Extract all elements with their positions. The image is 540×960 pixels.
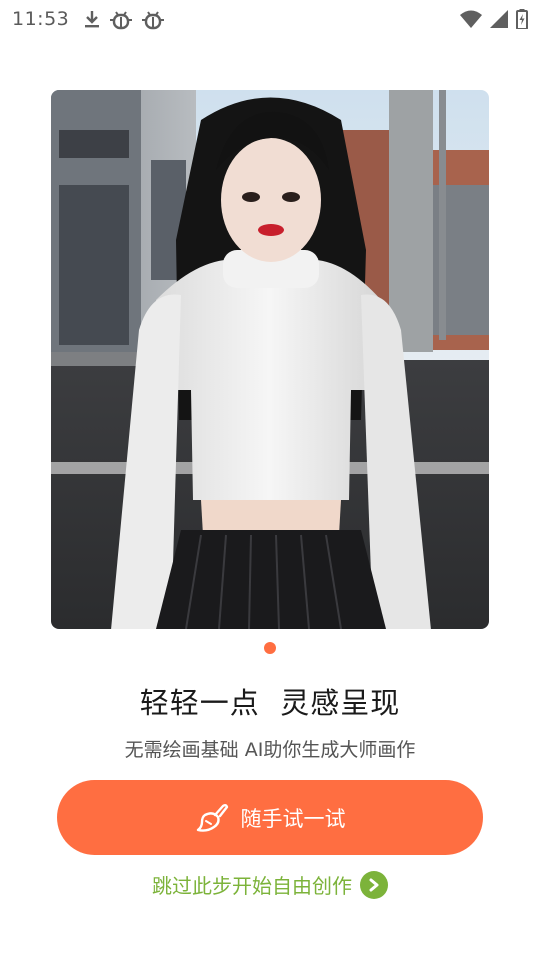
notification-icons [83,8,165,30]
try-it-button[interactable]: 随手试一试 [57,780,483,855]
page-indicator [0,642,540,654]
debug-bug-icon [109,8,133,30]
skip-link-label: 跳过此步开始自由创作 [152,874,352,898]
page-indicator-dot-active [264,642,276,654]
hero-image [51,90,489,629]
cellular-signal-icon [490,10,508,28]
wifi-icon [460,10,482,28]
try-it-button-label: 随手试一试 [240,806,346,831]
onboarding-subline: 无需绘画基础 AI助你生成大师画作 [124,739,416,761]
status-left: 11:53 [12,8,165,30]
status-bar: 11:53 [0,0,540,38]
chevron-right-circle-icon [360,870,388,899]
brush-icon [195,803,229,833]
system-icons [460,9,528,29]
skip-to-free-creation-link[interactable]: 跳过此步开始自由创作 [0,870,540,899]
status-time: 11:53 [12,8,70,30]
debug-bug-icon [141,8,165,30]
download-icon [83,9,101,29]
onboarding-headline: 轻轻一点 灵感呈现 [139,686,401,720]
battery-charging-icon [516,9,528,29]
